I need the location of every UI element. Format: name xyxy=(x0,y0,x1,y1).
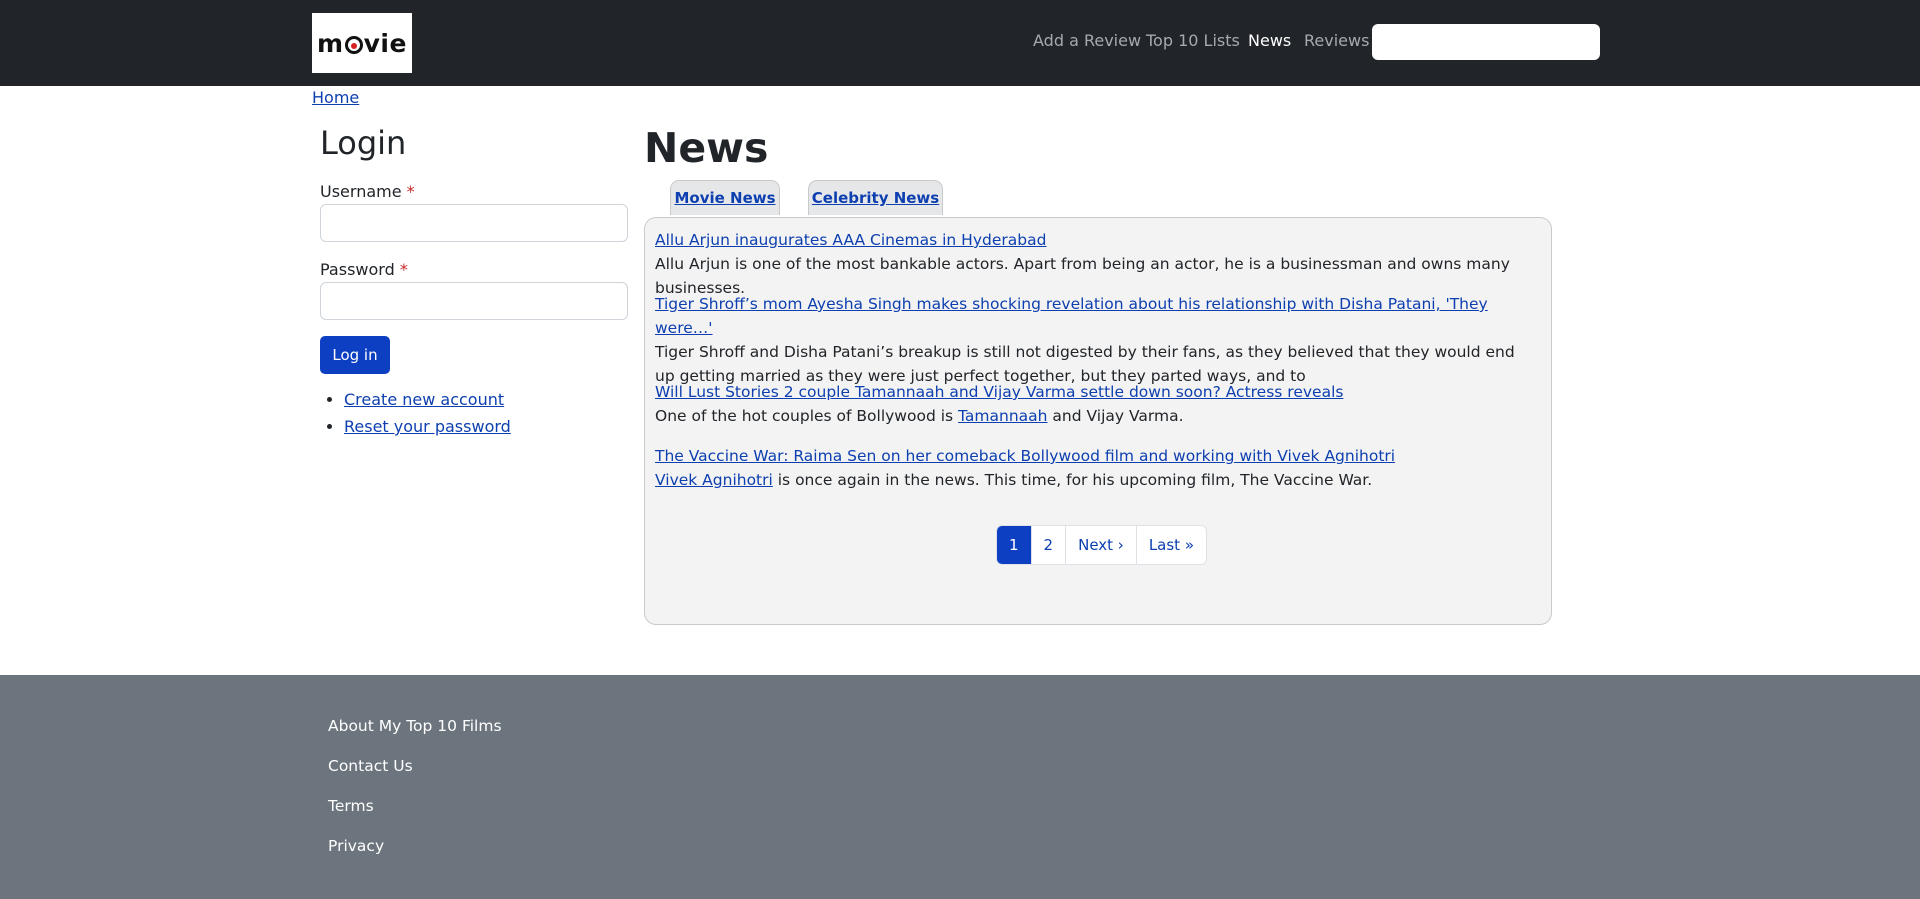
list-item: Tiger Shroff’s mom Ayesha Singh makes sh… xyxy=(655,292,1535,388)
username-field[interactable] xyxy=(320,204,628,242)
footer-link-terms[interactable]: Terms xyxy=(328,797,374,815)
required-marker: * xyxy=(399,260,408,279)
summary-text: and Vijay Varma. xyxy=(1047,407,1184,425)
password-label-text: Password xyxy=(320,260,395,279)
reset-password-link[interactable]: Reset your password xyxy=(344,417,511,436)
login-button[interactable]: Log in xyxy=(320,336,390,374)
summary-text: One of the hot couples of Bollywood is xyxy=(655,407,959,425)
list-item: Create new account xyxy=(344,390,511,409)
article-headline-link[interactable]: The Vaccine War: Raima Sen on her comeba… xyxy=(655,444,1535,468)
article-headline-link[interactable]: Will Lust Stories 2 couple Tamannaah and… xyxy=(655,380,1535,404)
news-panel: Allu Arjun inaugurates AAA Cinemas in Hy… xyxy=(644,217,1552,625)
page-1-button[interactable]: 1 xyxy=(997,526,1031,564)
list-item: Reset your password xyxy=(344,417,511,436)
nav-reviews[interactable]: Reviews xyxy=(1304,31,1369,50)
required-marker: * xyxy=(406,182,415,201)
breadcrumb: Home xyxy=(312,88,359,107)
footer-link-contact[interactable]: Contact Us xyxy=(328,757,413,775)
page-2-button[interactable]: 2 xyxy=(1030,526,1066,564)
summary-link-tamannaah[interactable]: Tamannaah xyxy=(958,407,1047,425)
logo-eye-icon xyxy=(344,36,363,54)
page-title: News xyxy=(644,124,769,172)
pagination: 1 2 Next › Last » xyxy=(996,525,1208,565)
article-summary: One of the hot couples of Bollywood is T… xyxy=(655,404,1535,428)
list-item: The Vaccine War: Raima Sen on her comeba… xyxy=(655,444,1535,492)
footer: About My Top 10 Films Contact Us Terms P… xyxy=(0,675,1920,899)
username-label-text: Username xyxy=(320,182,402,201)
login-links-list: Create new account Reset your password xyxy=(322,390,511,444)
next-page-button[interactable]: Next › xyxy=(1065,526,1136,564)
tab-celebrity-news[interactable]: Celebrity News xyxy=(808,180,943,215)
password-label: Password * xyxy=(320,260,408,279)
search-input[interactable] xyxy=(1372,24,1600,60)
top-navbar: m vie Add a Review Top 10 Lists News Revi… xyxy=(0,0,1920,86)
list-item: Will Lust Stories 2 couple Tamannaah and… xyxy=(655,380,1535,428)
create-account-link[interactable]: Create new account xyxy=(344,390,504,409)
login-title: Login xyxy=(320,124,407,162)
tab-movie-news[interactable]: Movie News xyxy=(670,180,780,215)
logo-text-end: vie xyxy=(363,28,407,58)
breadcrumb-home-link[interactable]: Home xyxy=(312,88,359,107)
last-page-button[interactable]: Last » xyxy=(1135,526,1206,564)
list-item: Allu Arjun inaugurates AAA Cinemas in Hy… xyxy=(655,228,1535,300)
site-logo[interactable]: m vie xyxy=(312,13,412,73)
nav-news[interactable]: News xyxy=(1248,31,1291,50)
summary-link-vivek-agnihotri[interactable]: Vivek Agnihotri xyxy=(655,471,773,489)
article-headline-link[interactable]: Tiger Shroff’s mom Ayesha Singh makes sh… xyxy=(655,292,1535,340)
article-summary: Vivek Agnihotri is once again in the new… xyxy=(655,468,1535,492)
footer-link-privacy[interactable]: Privacy xyxy=(328,837,384,855)
article-headline-link[interactable]: Allu Arjun inaugurates AAA Cinemas in Hy… xyxy=(655,228,1535,252)
summary-text: is once again in the news. This time, fo… xyxy=(772,471,1373,489)
logo-text-start: m xyxy=(317,28,344,58)
username-label: Username * xyxy=(320,182,415,201)
nav-add-review[interactable]: Add a Review xyxy=(1033,31,1141,50)
footer-link-about[interactable]: About My Top 10 Films xyxy=(328,717,502,735)
nav-top-10-lists[interactable]: Top 10 Lists xyxy=(1146,31,1240,50)
password-field[interactable] xyxy=(320,282,628,320)
